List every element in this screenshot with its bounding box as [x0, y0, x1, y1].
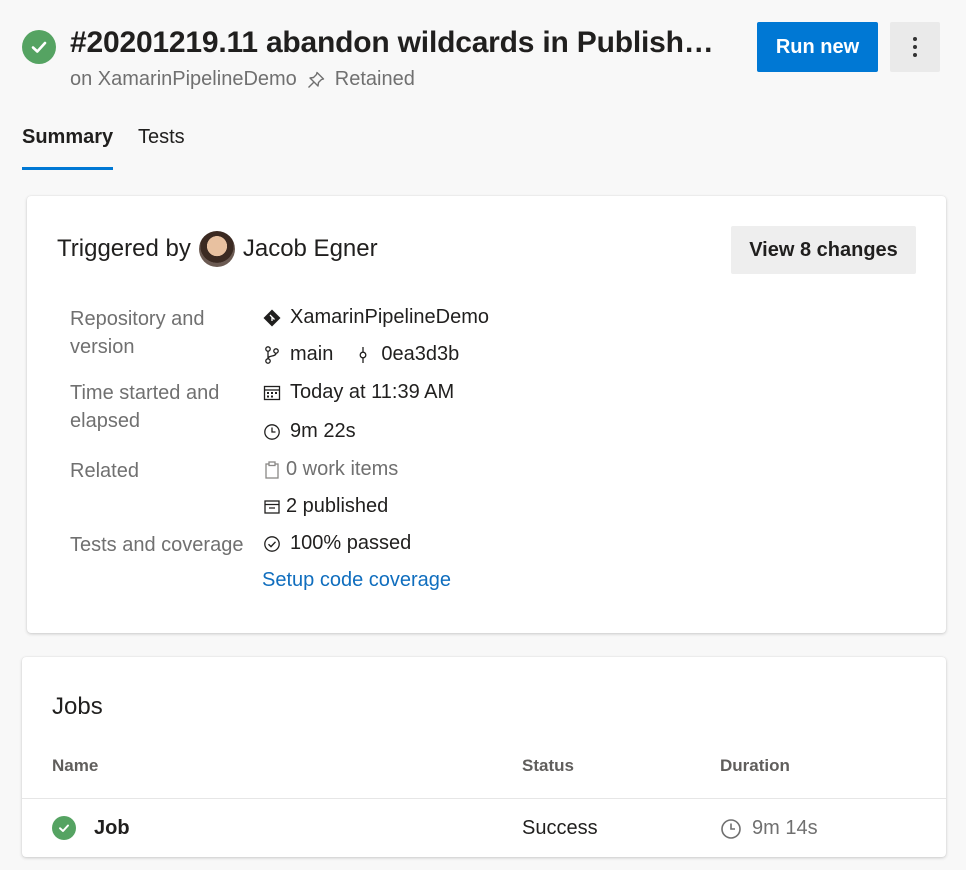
pin-icon: [307, 71, 325, 89]
job-status: Success: [522, 817, 598, 839]
time-started: Today at 11:39 AM: [290, 381, 455, 403]
git-repo-icon: [262, 308, 282, 328]
avatar[interactable]: [198, 231, 235, 267]
published-value[interactable]: 2 published: [262, 495, 388, 518]
related-label: Related: [70, 460, 139, 482]
jobs-title: Jobs: [52, 693, 103, 720]
retained-label: Retained: [334, 68, 415, 90]
published-artifacts: 2 published: [286, 495, 389, 517]
elapsed-time: 9m 22s: [290, 420, 356, 442]
check-circle-icon: [262, 534, 282, 554]
commit-id[interactable]: 0ea3d3b: [381, 343, 459, 366]
elapsed-value: 9m 22s: [262, 420, 356, 443]
run-new-button[interactable]: Run new: [757, 22, 878, 72]
column-header-duration: Duration: [720, 756, 790, 775]
more-vertical-icon: [913, 37, 917, 57]
work-items-value: 0 work items: [262, 458, 398, 481]
branch-name[interactable]: main: [290, 343, 333, 366]
time-started-value: Today at 11:39 AM: [262, 381, 454, 404]
repository-label: Repository and version: [70, 308, 205, 358]
branch-icon: [262, 345, 282, 365]
clipboard-icon: [262, 460, 282, 480]
tests-passed: 100% passed: [290, 532, 412, 554]
column-header-status: Status: [522, 756, 574, 775]
work-items: 0 work items: [286, 458, 399, 480]
user-name[interactable]: Jacob Egner: [243, 235, 378, 263]
tab-summary[interactable]: Summary: [22, 126, 113, 149]
triggered-by-label: Triggered by: [57, 235, 191, 262]
more-actions-button[interactable]: [890, 22, 940, 72]
version-value: main 0ea3d3b: [262, 343, 459, 366]
commit-icon: [353, 345, 373, 365]
triggered-by: Triggered by Jacob Egner: [57, 231, 378, 267]
clock-icon: [720, 818, 742, 840]
calendar-icon: [262, 383, 282, 403]
run-subtitle: on XamarinPipelineDemo Retained: [70, 68, 415, 91]
success-icon: [52, 816, 76, 840]
pipeline-name[interactable]: on XamarinPipelineDemo: [70, 68, 297, 91]
column-header-name: Name: [52, 756, 99, 775]
success-status-icon: [22, 30, 56, 64]
tests-value[interactable]: 100% passed: [262, 532, 411, 555]
job-duration-text: 9m 14s: [752, 817, 818, 839]
tests-label: Tests and coverage: [70, 534, 244, 556]
job-name[interactable]: Job: [94, 817, 130, 840]
artifact-icon: [262, 497, 282, 517]
repository-value[interactable]: XamarinPipelineDemo: [262, 306, 489, 329]
view-changes-button[interactable]: View 8 changes: [731, 226, 916, 274]
clock-icon: [262, 422, 282, 442]
time-label: Time started and elapsed: [70, 382, 220, 432]
page-title: #20201219.11 abandon wildcards in Publis…: [70, 26, 720, 59]
repository-name: XamarinPipelineDemo: [290, 306, 489, 328]
job-duration: 9m 14s: [720, 817, 818, 840]
setup-coverage-link[interactable]: Setup code coverage: [262, 569, 451, 592]
selected-tab-indicator: [22, 167, 113, 170]
tab-tests[interactable]: Tests: [138, 126, 185, 149]
